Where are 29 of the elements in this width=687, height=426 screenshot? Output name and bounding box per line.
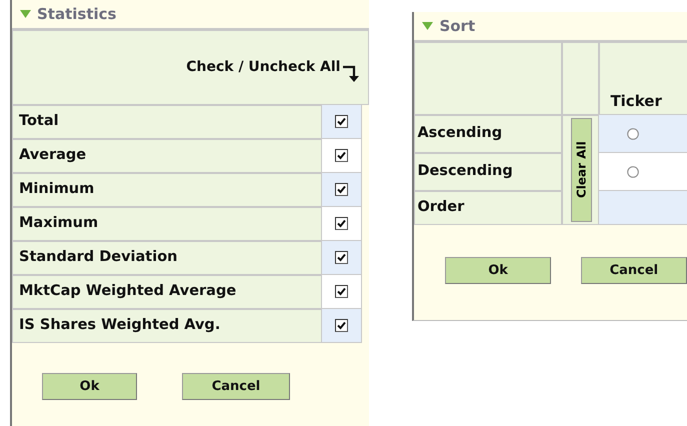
dialog-button[interactable]: Ok <box>445 257 551 284</box>
row-label: IS Shares Weighted Avg. <box>12 309 322 343</box>
clear-all-button[interactable]: Clear All <box>571 118 592 222</box>
checkbox[interactable] <box>335 183 348 196</box>
row-label: Ascending <box>414 115 562 153</box>
row-label: Minimum <box>12 173 322 207</box>
dialog-button[interactable]: Ok <box>42 373 137 400</box>
checkbox[interactable] <box>335 217 348 230</box>
checkbox[interactable] <box>335 251 348 264</box>
row-label: Total <box>12 105 322 139</box>
row-label: Descending <box>414 153 562 191</box>
radio-button[interactable] <box>627 128 640 140</box>
dialog-button[interactable]: Cancel <box>580 257 687 284</box>
row-label: Average <box>12 139 322 173</box>
checkbox[interactable] <box>335 115 348 128</box>
row-label: Maximum <box>12 207 322 241</box>
panel-title: Sort <box>439 16 476 37</box>
check-all-link[interactable]: Check / Uncheck All <box>186 57 340 78</box>
checkbox[interactable] <box>335 285 348 298</box>
row-label: Order <box>414 191 562 225</box>
checkbox[interactable] <box>335 319 348 332</box>
checkbox[interactable] <box>335 149 348 162</box>
dialog-button[interactable]: Cancel <box>182 373 290 400</box>
radio-button[interactable] <box>627 166 640 178</box>
row-label: Standard Deviation <box>12 241 322 275</box>
row-label: MktCap Weighted Average <box>12 275 322 309</box>
panel-title: Statistics <box>37 4 116 25</box>
arrow-down-icon <box>342 64 360 82</box>
column-header: Ticker <box>599 42 687 115</box>
